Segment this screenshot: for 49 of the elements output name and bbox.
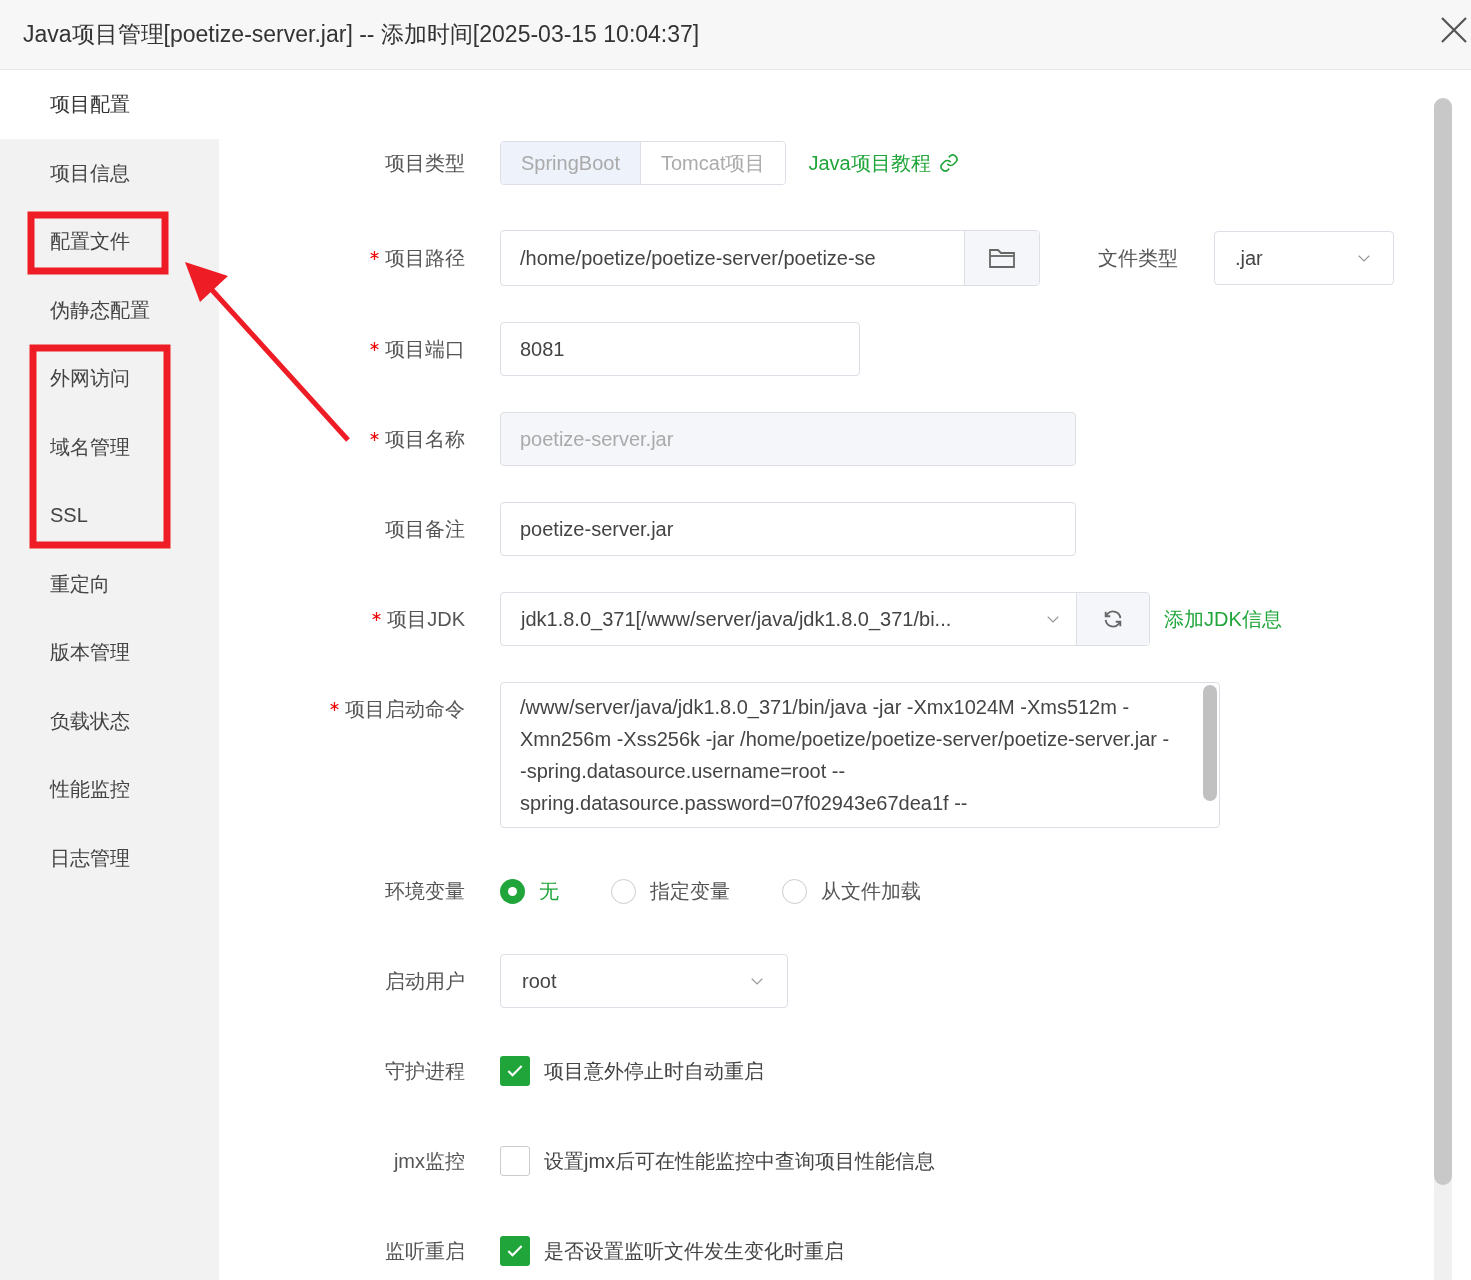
field-label: 项目名称	[385, 427, 465, 452]
checkbox-label: 是否设置监听文件发生变化时重启	[544, 1239, 844, 1264]
sidebar-item[interactable]: 域名管理	[0, 412, 219, 481]
field-label: 项目JDK	[387, 607, 465, 632]
text-input[interactable]: poetize-server.jar	[500, 502, 1076, 556]
jdk-select[interactable]: jdk1.8.0_371[/www/server/java/jdk1.8.0_371/bi...	[500, 592, 1150, 646]
refresh-icon	[1102, 608, 1124, 630]
link-icon	[938, 153, 959, 173]
radio-checked[interactable]	[500, 878, 525, 904]
user-select[interactable]: root	[500, 954, 788, 1008]
field-label: 项目类型	[385, 151, 465, 176]
close-icon[interactable]	[1439, 14, 1469, 45]
sidebar-item[interactable]: 项目配置	[0, 70, 219, 139]
field-label: 项目备注	[385, 517, 465, 542]
refresh-button[interactable]	[1076, 593, 1149, 645]
field-label: 启动用户	[385, 969, 465, 994]
file-type-select[interactable]: .jar	[1214, 231, 1394, 285]
window-title: Java项目管理[poetize-server.jar] -- 添加时间[2025-03-15 10:04:37]	[23, 20, 700, 50]
command-textarea[interactable]	[500, 682, 1220, 828]
folder-icon	[988, 246, 1016, 270]
field-label: 环境变量	[385, 879, 465, 904]
sidebar-item[interactable]: 版本管理	[0, 618, 219, 687]
field-label: 项目启动命令	[345, 697, 465, 722]
field-label: 文件类型	[1098, 246, 1178, 271]
path-input[interactable]: /home/poetize/poetize-server/poetize-se	[500, 230, 1040, 286]
field-label: 项目端口	[385, 337, 465, 362]
sidebar-item[interactable]: 项目信息	[0, 138, 219, 207]
field-label: 守护进程	[385, 1059, 465, 1084]
sidebar-item[interactable]: 伪静态配置	[0, 275, 219, 344]
radio-option[interactable]: 从文件加载	[782, 876, 921, 906]
sidebar-item[interactable]: 配置文件	[0, 207, 219, 276]
field-label: jmx监控	[393, 1149, 465, 1174]
checkbox-label: 设置jmx后可在性能监控中查询项目性能信息	[544, 1149, 936, 1174]
command-text: /www/server/java/jdk1.8.0_371/bin/java -jar -Xmx1024M -Xms512m -Xmn256m -Xss256k -jar /home/poetize/poetize-server/poetize-server.jar --spring.datasource.username=root --spring.datasource.password=07f02943e67dea1f --	[520, 696, 1170, 814]
checkbox-checked[interactable]	[500, 1056, 530, 1086]
sidebar-item[interactable]: 日志管理	[0, 823, 219, 892]
folder-button[interactable]	[964, 231, 1039, 285]
checkbox-unchecked[interactable]	[500, 1146, 530, 1176]
radio-option[interactable]: 指定变量	[611, 876, 730, 906]
text-input[interactable]: 8081	[500, 322, 860, 376]
checkbox-label: 项目意外停止时自动重启	[544, 1059, 764, 1084]
sidebar-item[interactable]: SSL	[0, 481, 219, 550]
sidebar-item[interactable]: 负载状态	[0, 686, 219, 755]
checkbox-checked[interactable]	[500, 1236, 530, 1266]
field-label: 监听重启	[385, 1239, 465, 1264]
field-label: 项目路径	[385, 246, 465, 271]
sidebar-item[interactable]: 性能监控	[0, 755, 219, 824]
sidebar-item[interactable]: 外网访问	[0, 344, 219, 413]
sidebar-item[interactable]: 重定向	[0, 549, 219, 618]
